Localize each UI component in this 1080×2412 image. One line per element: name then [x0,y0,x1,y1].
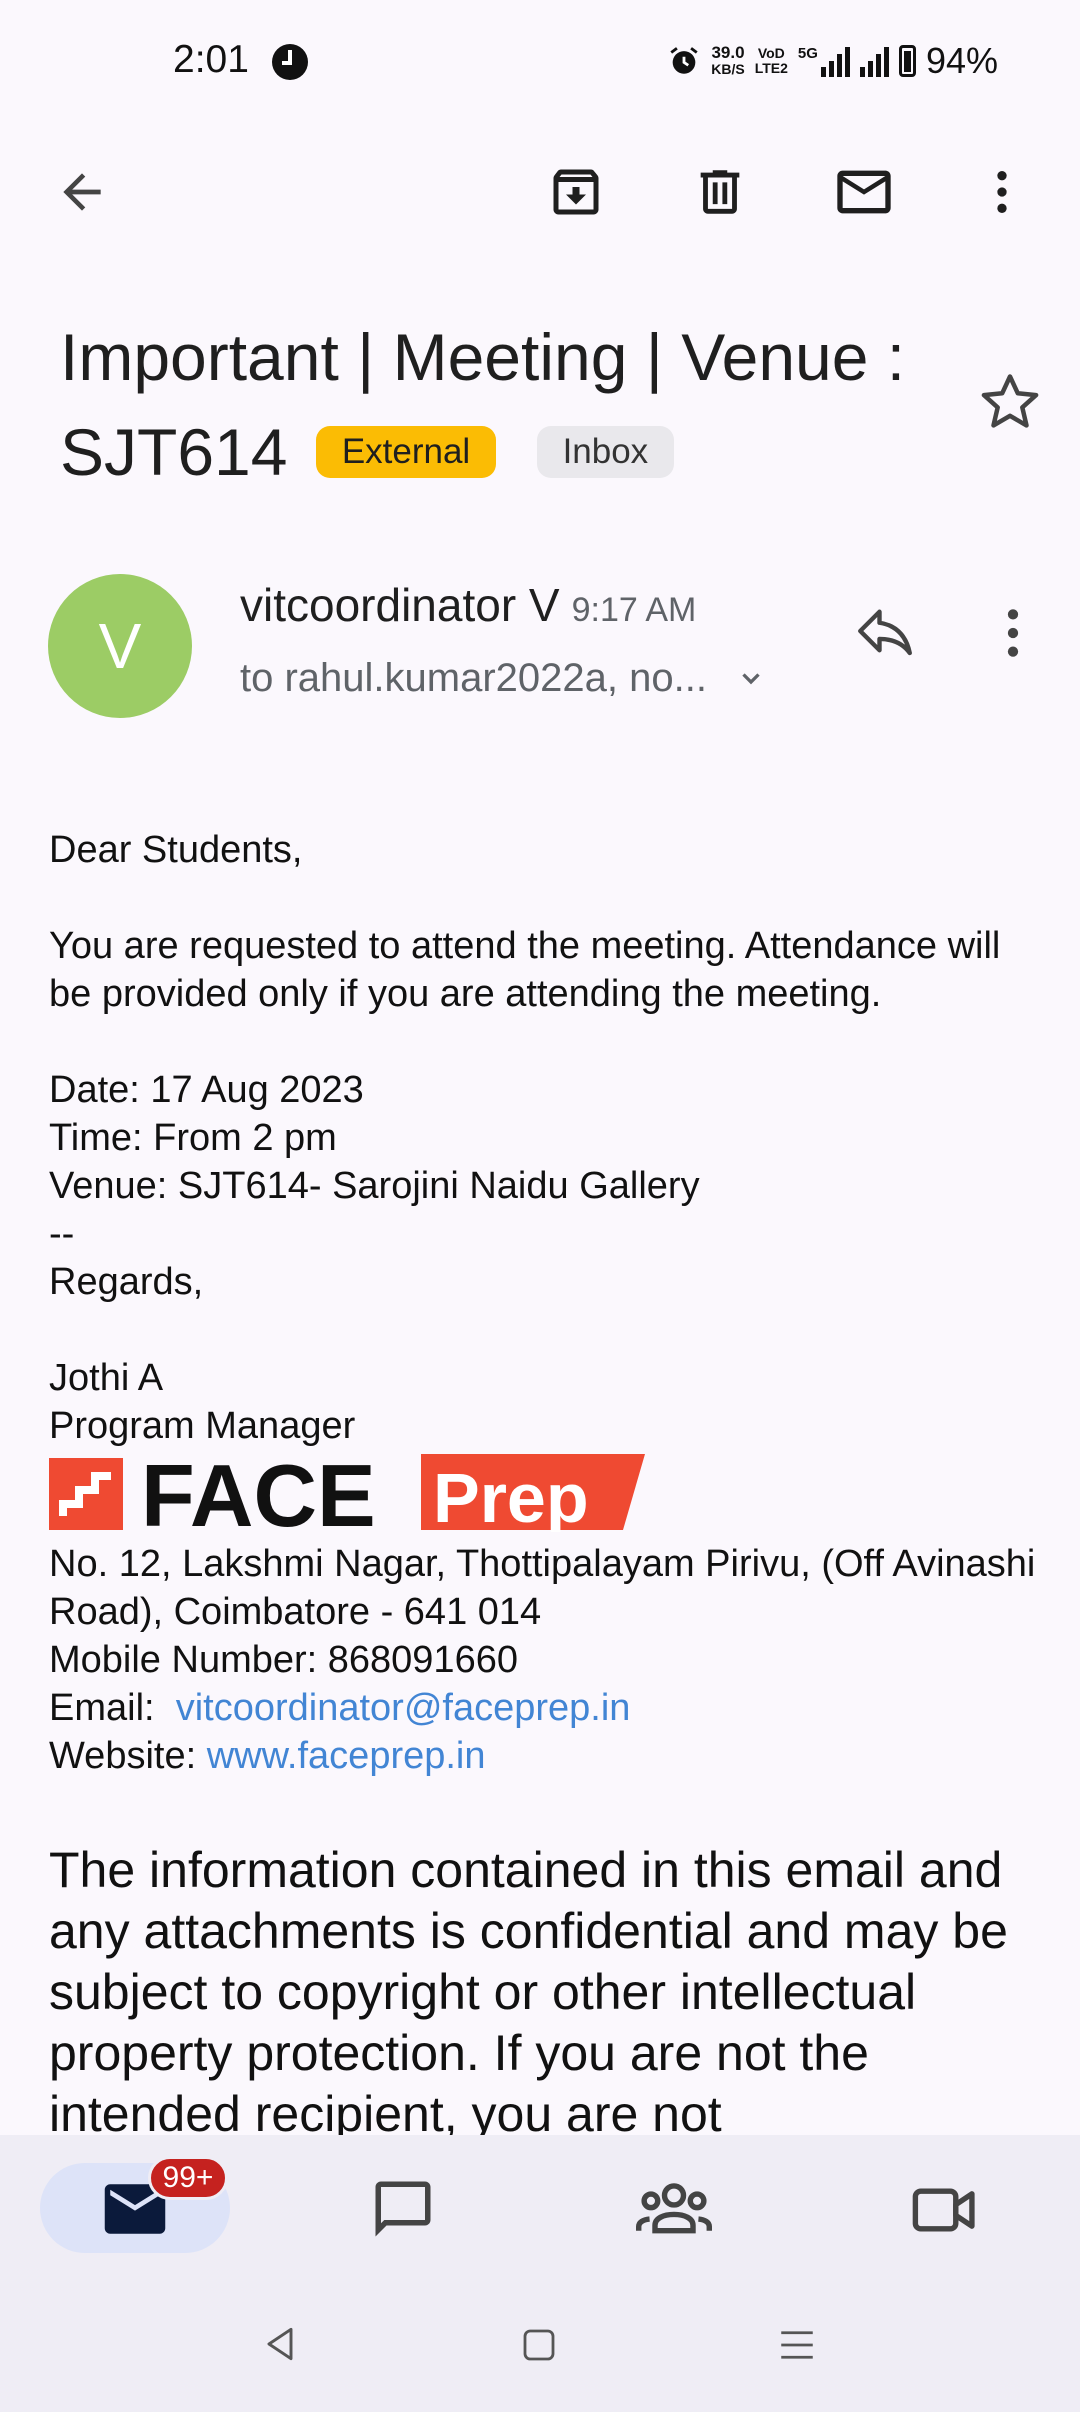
more-vert-icon[interactable] [966,156,1038,228]
spaces-icon[interactable] [636,2176,712,2247]
sender-row[interactable]: vitcoordinator V 9:17 AM [240,578,696,632]
mark-unread-icon[interactable] [828,156,900,228]
sender-name: vitcoordinator V [240,579,560,631]
address: No. 12, Lakshmi Nagar, Thottipalayam Pir… [49,1543,1036,1633]
chat-icon[interactable] [370,2176,436,2247]
star-icon[interactable] [974,366,1046,438]
alarm-icon [670,47,698,74]
avatar[interactable]: V [48,574,192,718]
recipients-text: to rahul.kumar2022a, no... [240,656,707,700]
email-subject: Important | Meeting | Venue : SJT614 Ext… [60,310,940,500]
face-prep-logo: FACE Prep [49,1446,649,1545]
battery-icon [898,45,916,77]
website-line: Website: www.faceprep.in [49,1735,486,1777]
email-body: Dear Students, You are requested to atte… [49,829,1001,1447]
battery-percent: 94% [925,40,998,81]
sender-more-icon[interactable] [985,600,1041,666]
chevron-down-icon[interactable] [733,661,769,697]
reply-icon[interactable] [852,598,924,670]
system-home-icon[interactable] [518,2324,560,2371]
back-arrow-icon[interactable] [46,156,118,228]
sent-time: 9:17 AM [571,591,697,629]
volte-indicator: VoD LTE2 [754,45,788,76]
email-line: Email: vitcoordinator@faceprep.in [49,1687,631,1729]
svg-text:Prep: Prep [433,1459,589,1532]
delete-icon[interactable] [684,156,756,228]
signature: No. 12, Lakshmi Nagar, Thottipalayam Pir… [49,1540,1039,1780]
signal-icon [859,45,889,77]
status-icons: 39.0 KB/S VoD LTE2 5G 94% [667,40,998,82]
signal-5g-icon: 5G [798,45,850,77]
system-menu-icon[interactable] [776,2324,818,2371]
recipients-row[interactable]: to rahul.kumar2022a, no... [240,656,769,701]
disclaimer-text: The information contained in this email … [49,1842,1008,2142]
net-speed: 39.0 KB/S [711,43,745,77]
mobile-number: Mobile Number: 868091660 [49,1639,518,1681]
system-back-icon[interactable] [258,2322,302,2371]
status-time: 2:01 [173,38,249,81]
mail-badge: 99+ [148,2156,228,2200]
website-link[interactable]: www.faceprep.in [207,1735,486,1777]
email-link[interactable]: vitcoordinator@faceprep.in [176,1687,631,1729]
svg-text:FACE: FACE [141,1454,376,1532]
meet-icon[interactable] [910,2180,980,2245]
inbox-label[interactable]: Inbox [536,425,675,478]
archive-icon[interactable] [540,156,612,228]
external-label: External [315,425,497,478]
data-saver-icon [272,44,308,80]
